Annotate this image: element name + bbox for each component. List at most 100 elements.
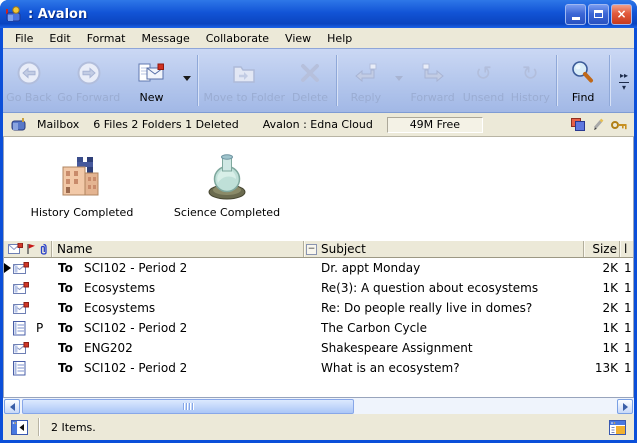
layers-icon[interactable] [571,118,585,131]
menu-format[interactable]: Format [79,30,134,47]
row-to-label: To [52,261,80,275]
pane-toggle-right-icon[interactable] [609,420,626,435]
folders-pane: History Completed Science Completed [4,137,633,240]
column-header-name[interactable]: Name [52,241,304,257]
row-subject: Re(3): A question about ecosystems [304,281,584,295]
row-type-icon [10,262,36,275]
envelope-icon [8,243,23,255]
message-row[interactable]: To ENG202 Shakespeare Assignment 1K 1 [4,338,633,358]
scroll-left-button[interactable] [4,399,20,414]
menu-view[interactable]: View [277,30,319,47]
envelope-icon [13,342,29,355]
row-to-label: To [52,301,80,315]
horizontal-scrollbar[interactable] [3,397,634,414]
chevron-down-icon [395,76,403,81]
science-flask-icon [201,149,253,201]
row-type-icon [10,302,36,315]
row-name: SCI102 - Period 2 [80,321,304,335]
new-dropdown-button[interactable] [180,53,194,112]
unsend-button[interactable]: ↺ Unsend [460,53,508,112]
row-last-truncated: 1 [620,281,633,295]
mailbox-small-icon [9,116,29,133]
paperclip-icon [39,243,48,256]
row-last-truncated: 1 [620,321,633,335]
row-subject: The Carbon Cycle [304,321,584,335]
collapse-box-icon[interactable]: − [306,244,317,255]
message-row[interactable]: To SCI102 - Period 2 What is an ecosyste… [4,358,633,378]
folder-title: Mailbox [37,118,79,131]
row-last-truncated: 1 [620,361,633,375]
go-back-icon [16,57,42,89]
notebook-icon [13,321,26,336]
row-subject: Shakespeare Assignment [304,341,584,355]
delete-button[interactable]: Delete [287,53,333,112]
reply-dropdown-button[interactable] [392,53,406,112]
move-to-folder-button[interactable]: Move to Folder [201,53,287,112]
message-row[interactable]: P To SCI102 - Period 2 The Carbon Cycle … [4,318,633,338]
row-to-label: To [52,361,80,375]
mailbox-flag-icon [5,6,23,22]
go-forward-button[interactable]: Go Forward [55,53,123,112]
pencil-icon[interactable] [592,118,604,131]
row-type-icon [10,342,36,355]
maximize-icon [594,10,603,18]
pane-toggle-left-icon[interactable] [11,420,28,435]
history-icon: ↻ [522,57,539,89]
row-to-label: To [52,321,80,335]
envelope-icon [13,302,29,315]
menu-collaborate[interactable]: Collaborate [198,30,277,47]
column-header-last-truncated[interactable]: l [620,241,633,257]
toolbar-separator [197,55,198,106]
column-header-subject[interactable]: − Subject [304,241,584,257]
row-size: 2K [584,261,620,275]
message-row[interactable]: To Ecosystems Re: Do people really live … [4,298,633,318]
toolbar-separator [556,55,557,106]
arrow-left-icon [10,403,15,411]
row-name: Ecosystems [80,301,304,315]
header-icon-columns[interactable] [4,241,52,257]
folder-item-history[interactable]: History Completed [30,149,134,240]
menu-message[interactable]: Message [134,30,198,47]
find-button[interactable]: Find [560,53,606,112]
forward-icon [419,57,447,89]
row-size: 1K [584,341,620,355]
row-flag: P [36,321,52,335]
toolbar-overflow-icon[interactable]: ▸▸ ▾ [614,53,634,112]
find-icon [570,57,596,89]
chevron-down-icon [183,76,191,81]
go-back-button[interactable]: Go Back [3,53,55,112]
menu-help[interactable]: Help [319,30,360,47]
new-button[interactable]: New [123,53,181,112]
row-subject: Re: Do people really live in domes? [304,301,584,315]
row-size: 1K [584,321,620,335]
toolbar: Go Back Go Forward New [3,48,634,113]
scroll-right-button[interactable] [617,399,633,414]
history-button[interactable]: ↻ History [507,53,553,112]
row-last-truncated: 1 [620,261,633,275]
reply-button[interactable]: Reply [340,53,392,112]
message-list-header: Name − Subject Size l [4,240,633,258]
envelope-icon [13,282,29,295]
row-last-truncated: 1 [620,301,633,315]
item-count: 2 Items. [51,421,96,434]
key-icon[interactable] [611,119,628,130]
menu-edit[interactable]: Edit [41,30,78,47]
menu-file[interactable]: File [7,30,41,47]
folder-item-science[interactable]: Science Completed [172,149,282,240]
account-name: Avalon : Edna Cloud [263,118,373,131]
go-forward-icon [76,57,102,89]
forward-button[interactable]: Forward [406,53,460,112]
scrollbar-thumb[interactable] [22,399,354,414]
folder-stats: 6 Files 2 Folders 1 Deleted [93,118,238,131]
toolbar-separator [609,55,610,106]
maximize-button[interactable] [588,4,609,25]
title-bar[interactable]: : Avalon × [0,0,637,28]
free-space-indicator: 49M Free [387,117,483,133]
toolbar-separator [336,55,337,106]
close-button[interactable]: × [611,4,632,25]
message-row[interactable]: To Ecosystems Re(3): A question about ec… [4,278,633,298]
column-header-size[interactable]: Size [584,241,620,257]
mailbox-content-pane: History Completed Science Completed [3,137,634,397]
message-row[interactable]: To SCI102 - Period 2 Dr. appt Monday 2K … [4,258,633,278]
minimize-button[interactable] [565,4,586,25]
